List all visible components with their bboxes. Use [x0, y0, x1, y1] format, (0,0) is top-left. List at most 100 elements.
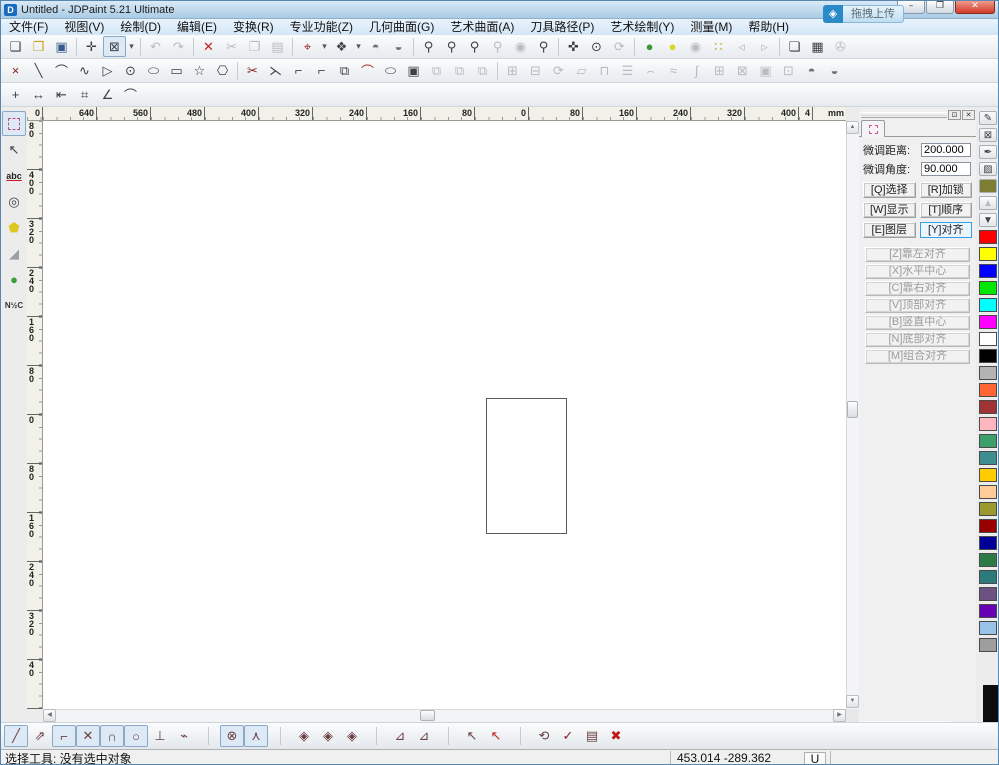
color-swatch[interactable] — [979, 468, 997, 482]
color-swatch[interactable] — [979, 281, 997, 295]
next-view-icon[interactable]: ▹ — [753, 36, 776, 57]
measure-rect-icon[interactable]: ⌗ — [73, 84, 96, 105]
align-left-button[interactable]: [Z]靠左对齐 — [865, 247, 970, 262]
color-swatch[interactable] — [979, 502, 997, 516]
align-top-button[interactable]: [V]顶部对齐 — [865, 298, 970, 313]
cancel-icon[interactable]: ✖ — [604, 725, 628, 747]
chamfer-icon[interactable]: ⌐ — [310, 60, 333, 81]
align-button[interactable]: [Y]对齐 — [920, 222, 973, 238]
measure-point-icon[interactable]: + — [4, 84, 27, 105]
color-swatch[interactable] — [979, 332, 997, 346]
snap-tangent-icon[interactable]: ∩ — [100, 725, 124, 747]
vertical-scrollbar[interactable]: ▲ ▼ — [846, 121, 859, 709]
menu-art-draw[interactable]: 艺术绘制(Y) — [602, 19, 682, 35]
snap-center-icon[interactable]: ⊗ — [220, 725, 244, 747]
zoom-all-icon[interactable]: ⚲ — [532, 36, 555, 57]
color-swatch[interactable] — [979, 230, 997, 244]
layer-pages-icon[interactable]: ❏ — [783, 36, 806, 57]
axes-dropdown-icon[interactable]: ▾ — [319, 36, 330, 57]
distribute-icon[interactable]: ☰ — [616, 60, 639, 81]
cut-icon[interactable]: ✂ — [220, 36, 243, 57]
layer-button[interactable]: [E]图层 — [863, 222, 916, 238]
maximize-button[interactable]: ❐ — [926, 1, 954, 14]
light-green-icon[interactable]: ● — [638, 36, 661, 57]
offset-rect-icon[interactable]: ⧉ — [333, 60, 356, 81]
color-swatch[interactable] — [979, 434, 997, 448]
measure-step-icon[interactable]: ⇤ — [50, 84, 73, 105]
color-swatch[interactable] — [979, 553, 997, 567]
pan-icon[interactable]: ✜ — [562, 36, 585, 57]
fillet-icon[interactable]: ⌐ — [287, 60, 310, 81]
nested-offset-icon[interactable]: ▣ — [402, 60, 425, 81]
fillet-arc-icon[interactable]: ⌒ — [356, 60, 379, 81]
node-color-icon[interactable]: ∷ — [707, 36, 730, 57]
hscroll-thumb[interactable] — [420, 710, 435, 721]
curve-icon[interactable]: ∿ — [73, 60, 96, 81]
show-object-icon[interactable]: ◉ — [509, 36, 532, 57]
color-swatch[interactable] — [979, 570, 997, 584]
polygon-draw-icon[interactable]: ▷ — [96, 60, 119, 81]
text-tool[interactable]: abc — [2, 163, 26, 188]
snap-grid-icon[interactable]: ⇗ — [28, 725, 52, 747]
horizontal-scrollbar[interactable]: ◀ ▶ — [43, 709, 846, 722]
align-bottom-button[interactable]: [N]底部对齐 — [865, 332, 970, 347]
redo-icon[interactable]: ↷ — [167, 36, 190, 57]
color-swatch[interactable] — [979, 247, 997, 261]
hexagon-icon[interactable]: ⎔ — [211, 60, 234, 81]
rectangle-icon[interactable]: ▭ — [165, 60, 188, 81]
color-swatch[interactable] — [979, 383, 997, 397]
color-swatch[interactable] — [979, 536, 997, 550]
transform-tool[interactable]: ◎ — [2, 189, 26, 214]
group-copy-icon[interactable]: ⧉ — [425, 60, 448, 81]
combine-icon[interactable]: ▣ — [754, 60, 777, 81]
new-file-icon[interactable]: ❑ — [4, 36, 27, 57]
weld-icon[interactable]: ⊠ — [731, 60, 754, 81]
menu-file[interactable]: 文件(F) — [1, 19, 56, 35]
open-file-icon[interactable]: ❒ — [27, 36, 50, 57]
measure-distance-icon[interactable]: ↔ — [27, 84, 50, 105]
grid-plane-zx-icon[interactable]: ◈ — [340, 725, 364, 747]
color-swatch[interactable] — [979, 349, 997, 363]
menu-transform[interactable]: 变换(R) — [225, 19, 282, 35]
grid-plane-xy-icon[interactable]: ◈ — [292, 725, 316, 747]
pen-color-icon[interactable]: ✎ — [979, 111, 997, 125]
workplane-edit-icon[interactable]: ⊿ — [412, 725, 436, 747]
menu-pro-functions[interactable]: 专业功能(Z) — [282, 19, 361, 35]
zoom-in-icon[interactable]: ⚲ — [463, 36, 486, 57]
lamp-icon[interactable]: ✇ — [829, 36, 852, 57]
color-swatch[interactable] — [979, 638, 997, 652]
snap-perpendicular-icon[interactable]: ⊥ — [148, 725, 172, 747]
drag-upload-badge[interactable]: ◈ 拖拽上传 — [823, 5, 904, 23]
rotate-copy-icon[interactable]: ⟳ — [547, 60, 570, 81]
arc-icon[interactable]: ⌒ — [50, 60, 73, 81]
pack-icon[interactable]: ⊡ — [777, 60, 800, 81]
align-vcenter-button[interactable]: [B]竖直中心 — [865, 315, 970, 330]
align-hcenter-button[interactable]: [X]水平中心 — [865, 264, 970, 279]
point-icon[interactable]: × — [4, 60, 27, 81]
group-move-icon[interactable]: ⧉ — [471, 60, 494, 81]
pick-add-icon[interactable]: ↖ — [460, 725, 484, 747]
palette-down-icon[interactable]: ▼ — [979, 213, 997, 227]
panel-title-bar[interactable]: ⊡ ✕ — [859, 109, 976, 120]
star-icon[interactable]: ☆ — [188, 60, 211, 81]
close-button[interactable]: ✕ — [955, 1, 995, 14]
menu-help[interactable]: 帮助(H) — [740, 19, 797, 35]
select-tool[interactable] — [2, 111, 26, 136]
undo-icon[interactable]: ↶ — [144, 36, 167, 57]
shade-flat-icon[interactable]: ◓ — [800, 60, 823, 81]
pick-remove-icon[interactable]: ↖ — [484, 725, 508, 747]
measure-angle-icon[interactable]: ∠ — [96, 84, 119, 105]
color-swatch[interactable] — [979, 264, 997, 278]
hatch-fill-icon[interactable]: ▨ — [979, 162, 997, 176]
light-yellow-icon[interactable]: ● — [661, 36, 684, 57]
shade-top-icon[interactable]: ◓ — [364, 36, 387, 57]
zoom-window-icon[interactable]: ⚲ — [417, 36, 440, 57]
delete-icon[interactable]: ✕ — [197, 36, 220, 57]
select-frame-dropdown-icon[interactable]: ▾ — [126, 36, 137, 57]
dropper-icon[interactable]: ✒ — [979, 145, 997, 159]
order-button[interactable]: [T]顺序 — [920, 202, 973, 218]
palette-up-icon[interactable]: ▲ — [979, 196, 997, 210]
copy-icon[interactable]: ❐ — [243, 36, 266, 57]
color-swatch[interactable] — [979, 587, 997, 601]
material-tool[interactable]: ● — [2, 267, 26, 292]
